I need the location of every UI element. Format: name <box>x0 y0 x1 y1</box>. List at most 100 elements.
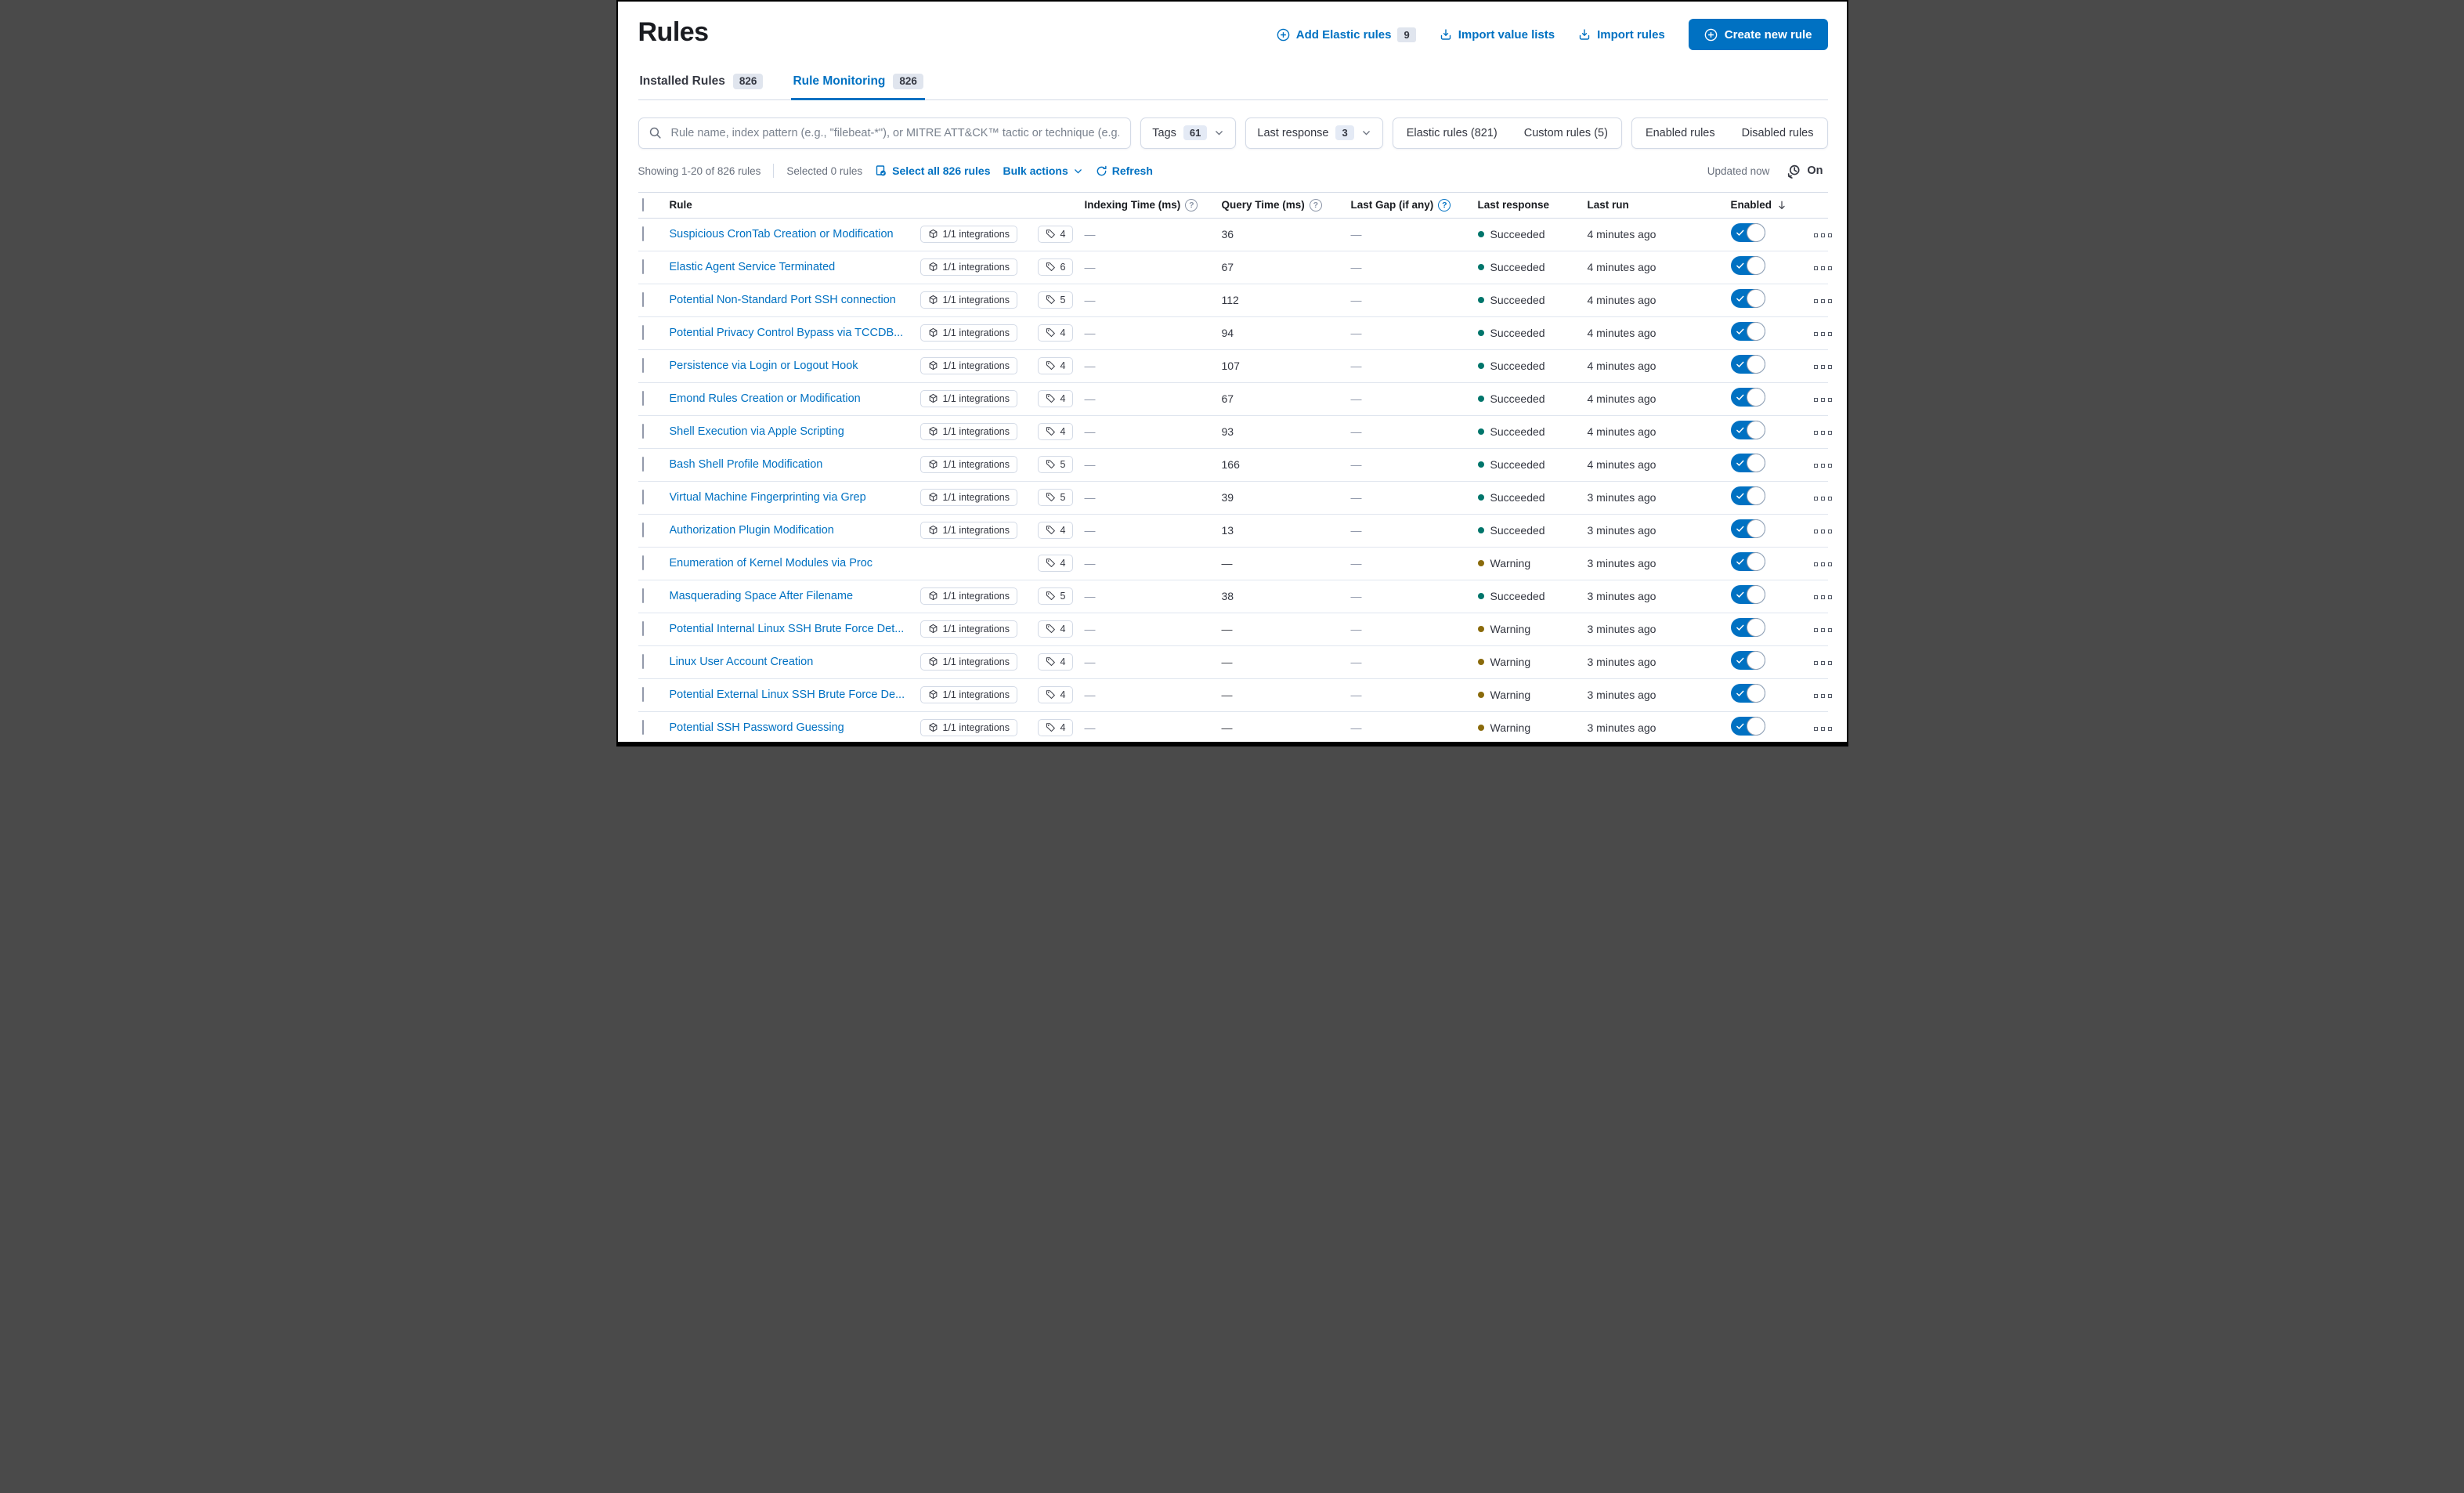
disabled-rules-filter[interactable]: Disabled rules <box>1729 118 1827 148</box>
row-checkbox[interactable] <box>641 654 644 669</box>
tags-badge[interactable]: 5 <box>1037 488 1074 506</box>
query-time-help-icon[interactable]: ? <box>1309 198 1322 211</box>
tags-badge[interactable]: 4 <box>1037 422 1074 440</box>
rule-name-link[interactable]: Potential External Linux SSH Brute Force… <box>670 689 920 701</box>
enabled-rules-filter[interactable]: Enabled rules <box>1632 118 1729 148</box>
tags-filter-button[interactable]: Tags 61 <box>1140 117 1237 149</box>
integrations-badge[interactable]: 1/1 integrations <box>919 685 1017 703</box>
integrations-badge[interactable]: 1/1 integrations <box>919 587 1017 605</box>
rule-enabled-toggle[interactable] <box>1730 650 1765 670</box>
row-actions-button[interactable] <box>1811 362 1835 372</box>
row-checkbox[interactable] <box>641 457 644 472</box>
tags-badge[interactable]: 4 <box>1037 554 1074 572</box>
integrations-badge[interactable]: 1/1 integrations <box>919 620 1017 638</box>
row-actions-button[interactable] <box>1811 296 1835 306</box>
import-rules-button[interactable]: Import rules <box>1578 28 1665 42</box>
row-checkbox[interactable] <box>641 588 644 603</box>
rule-enabled-toggle[interactable] <box>1730 288 1765 308</box>
rule-name-link[interactable]: Linux User Account Creation <box>670 656 920 668</box>
integrations-badge[interactable]: 1/1 integrations <box>919 258 1017 276</box>
rule-name-link[interactable]: Masquerading Space After Filename <box>670 590 920 602</box>
rule-name-link[interactable]: Virtual Machine Fingerprinting via Grep <box>670 491 920 504</box>
elastic-rules-filter[interactable]: Elastic rules (821) <box>1393 118 1511 148</box>
row-checkbox[interactable] <box>641 555 644 570</box>
refresh-button[interactable]: Refresh <box>1096 164 1153 177</box>
rule-name-link[interactable]: Potential Internal Linux SSH Brute Force… <box>670 623 920 635</box>
select-all-rules-button[interactable]: Select all 826 rules <box>875 164 990 177</box>
row-actions-button[interactable] <box>1811 625 1835 635</box>
indexing-time-help-icon[interactable]: ? <box>1185 198 1198 211</box>
row-checkbox[interactable] <box>641 720 644 735</box>
row-actions-button[interactable] <box>1811 263 1835 273</box>
integrations-badge[interactable]: 1/1 integrations <box>919 718 1017 736</box>
rule-enabled-toggle[interactable] <box>1730 519 1765 538</box>
row-checkbox[interactable] <box>641 391 644 406</box>
row-actions-button[interactable] <box>1811 592 1835 602</box>
rule-search-input[interactable] <box>669 125 1122 140</box>
integrations-badge[interactable]: 1/1 integrations <box>919 455 1017 473</box>
last-gap-help-icon[interactable]: ? <box>1438 198 1451 211</box>
row-checkbox[interactable] <box>641 325 644 340</box>
tags-badge[interactable]: 4 <box>1037 225 1074 243</box>
row-checkbox[interactable] <box>641 424 644 439</box>
add-elastic-rules-button[interactable]: Add Elastic rules 9 <box>1277 27 1416 42</box>
rule-name-link[interactable]: Emond Rules Creation or Modification <box>670 392 920 405</box>
tags-badge[interactable]: 4 <box>1037 521 1074 539</box>
row-actions-button[interactable] <box>1811 526 1835 537</box>
rule-name-link[interactable]: Potential SSH Password Guessing <box>670 721 920 734</box>
import-value-lists-button[interactable]: Import value lists <box>1440 28 1555 42</box>
rule-enabled-toggle[interactable] <box>1730 453 1765 472</box>
rule-enabled-toggle[interactable] <box>1730 551 1765 571</box>
row-actions-button[interactable] <box>1811 329 1835 339</box>
rule-enabled-toggle[interactable] <box>1730 222 1765 242</box>
row-checkbox[interactable] <box>641 621 644 636</box>
integrations-badge[interactable]: 1/1 integrations <box>919 225 1017 243</box>
rule-name-link[interactable]: Bash Shell Profile Modification <box>670 458 920 471</box>
bulk-actions-button[interactable]: Bulk actions <box>1003 164 1082 177</box>
tags-badge[interactable]: 4 <box>1037 389 1074 407</box>
create-new-rule-button[interactable]: Create new rule <box>1688 19 1828 50</box>
rule-enabled-toggle[interactable] <box>1730 683 1765 703</box>
integrations-badge[interactable]: 1/1 integrations <box>919 488 1017 506</box>
row-actions-button[interactable] <box>1811 559 1835 569</box>
column-header-enabled[interactable]: Enabled <box>1731 199 1809 211</box>
last-response-filter-button[interactable]: Last response 3 <box>1245 117 1383 149</box>
rule-enabled-toggle[interactable] <box>1730 387 1765 407</box>
row-actions-button[interactable] <box>1811 428 1835 438</box>
row-checkbox[interactable] <box>641 522 644 537</box>
integrations-badge[interactable]: 1/1 integrations <box>919 521 1017 539</box>
tab-rule-monitoring[interactable]: Rule Monitoring 826 <box>791 74 926 99</box>
integrations-badge[interactable]: 1/1 integrations <box>919 389 1017 407</box>
row-actions-button[interactable] <box>1811 395 1835 405</box>
tags-badge[interactable]: 6 <box>1037 258 1074 276</box>
rule-name-link[interactable]: Suspicious CronTab Creation or Modificat… <box>670 228 920 240</box>
tags-badge[interactable]: 5 <box>1037 291 1074 309</box>
row-actions-button[interactable] <box>1811 658 1835 668</box>
tags-badge[interactable]: 4 <box>1037 620 1074 638</box>
rule-name-link[interactable]: Authorization Plugin Modification <box>670 524 920 537</box>
integrations-badge[interactable]: 1/1 integrations <box>919 291 1017 309</box>
tags-badge[interactable]: 5 <box>1037 455 1074 473</box>
tab-installed-rules[interactable]: Installed Rules 826 <box>638 74 765 99</box>
tags-badge[interactable]: 4 <box>1037 356 1074 374</box>
tags-badge[interactable]: 4 <box>1037 324 1074 342</box>
row-checkbox[interactable] <box>641 226 644 241</box>
row-checkbox[interactable] <box>641 292 644 307</box>
row-actions-button[interactable] <box>1811 724 1835 734</box>
rule-enabled-toggle[interactable] <box>1730 584 1765 604</box>
rule-name-link[interactable]: Persistence via Login or Logout Hook <box>670 360 920 372</box>
row-actions-button[interactable] <box>1811 493 1835 504</box>
select-all-checkbox[interactable] <box>641 198 644 211</box>
rule-name-link[interactable]: Potential Privacy Control Bypass via TCC… <box>670 327 920 339</box>
rule-name-link[interactable]: Potential Non-Standard Port SSH connecti… <box>670 294 920 306</box>
row-actions-button[interactable] <box>1811 691 1835 701</box>
rule-enabled-toggle[interactable] <box>1730 486 1765 505</box>
row-checkbox[interactable] <box>641 490 644 504</box>
rule-enabled-toggle[interactable] <box>1730 716 1765 736</box>
rule-enabled-toggle[interactable] <box>1730 321 1765 341</box>
rule-enabled-toggle[interactable] <box>1730 617 1765 637</box>
tags-badge[interactable]: 4 <box>1037 685 1074 703</box>
integrations-badge[interactable]: 1/1 integrations <box>919 422 1017 440</box>
row-checkbox[interactable] <box>641 259 644 274</box>
rule-enabled-toggle[interactable] <box>1730 420 1765 439</box>
